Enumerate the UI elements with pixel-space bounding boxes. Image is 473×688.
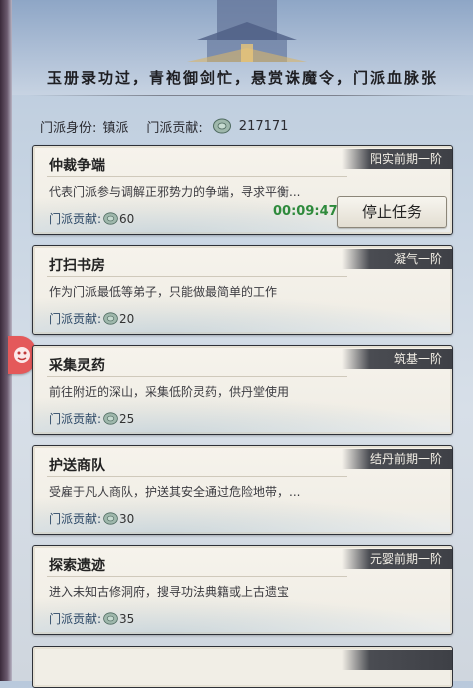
- task-description: 受雇于凡人商队，护送其安全通过危险地带，...: [49, 485, 301, 499]
- page-headline: 玉册录功过，青袍御剑忙，悬赏诛魔令，门派血脉张: [46, 68, 438, 87]
- pavilion-illustration: [187, 0, 307, 62]
- reward-label: 门派贡献:: [49, 312, 102, 326]
- rank-tag: 筑基一阶: [342, 349, 452, 369]
- status-row: 门派身份: 镇派 门派贡献: 217171: [40, 114, 288, 138]
- task-description: 作为门派最低等弟子，只能做最简单的工作: [49, 285, 278, 299]
- task-description: 进入未知古修洞府，搜寻功法典籍或上古遗宝: [49, 585, 290, 599]
- stop-task-button[interactable]: 停止任务: [337, 196, 447, 228]
- rank-tag: 结丹前期一阶: [342, 449, 452, 469]
- jade-coin-icon: [103, 212, 118, 225]
- rank-tag: 凝气一阶: [342, 249, 452, 269]
- reward-value: 30: [119, 512, 135, 526]
- rank-tag: [342, 650, 452, 670]
- identity-value: 镇派: [102, 120, 129, 136]
- task-card[interactable]: 采集灵药 筑基一阶 前往附近的深山，采集低阶灵药，供丹堂使用 门派贡献: 25: [32, 345, 453, 435]
- title-divider: [47, 176, 347, 177]
- reward-label: 门派贡献:: [49, 412, 102, 426]
- task-title: 采集灵药: [49, 358, 105, 374]
- task-title: 仲裁争端: [49, 158, 105, 174]
- reward-value: 25: [119, 412, 135, 426]
- rank-tag: 元婴前期一阶: [342, 549, 452, 569]
- reward-label: 门派贡献:: [49, 512, 102, 526]
- jade-coin-icon: [103, 512, 118, 525]
- task-description: 代表门派参与调解正邪势力的争端，寻求平衡...: [49, 185, 301, 199]
- jade-coin-icon: [103, 312, 118, 325]
- rank-tag: 阳实前期一阶: [342, 149, 452, 169]
- task-reward: 门派贡献: 20: [49, 310, 134, 327]
- task-card: 仲裁争端 阳实前期一阶 代表门派参与调解正邪势力的争端，寻求平衡... 门派贡献…: [32, 145, 453, 235]
- contribution-label: 门派贡献:: [146, 120, 203, 136]
- jade-coin-icon: [103, 412, 118, 425]
- title-divider: [47, 476, 347, 477]
- reward-value: 60: [119, 212, 135, 226]
- title-divider: [47, 376, 347, 377]
- task-card[interactable]: 护送商队 结丹前期一阶 受雇于凡人商队，护送其安全通过危险地带，... 门派贡献…: [32, 445, 453, 535]
- task-title: 护送商队: [49, 458, 105, 474]
- task-timer: 00:09:47: [273, 204, 338, 219]
- task-reward: 门派贡献: 25: [49, 410, 134, 427]
- task-card[interactable]: 探索遗迹 元婴前期一阶 进入未知古修洞府，搜寻功法典籍或上古遗宝 门派贡献: 35: [32, 545, 453, 635]
- reward-value: 35: [119, 612, 135, 626]
- task-reward: 门派贡献: 35: [49, 610, 134, 627]
- task-description: 前往附近的深山，采集低阶灵药，供丹堂使用: [49, 385, 290, 399]
- title-divider: [47, 576, 347, 577]
- task-reward: 门派贡献: 60: [49, 210, 134, 227]
- task-card-partial[interactable]: [32, 646, 453, 688]
- header-divider: [28, 95, 468, 96]
- jade-coin-icon: [212, 118, 231, 134]
- task-reward: 门派贡献: 30: [49, 510, 134, 527]
- task-card[interactable]: 打扫书房 凝气一阶 作为门派最低等弟子，只能做最简单的工作 门派贡献: 20: [32, 245, 453, 335]
- task-title: 打扫书房: [49, 258, 105, 274]
- identity-label: 门派身份:: [40, 120, 97, 136]
- face-icon: [14, 347, 30, 363]
- reward-label: 门派贡献:: [49, 612, 102, 626]
- jade-coin-icon: [103, 612, 118, 625]
- reward-value: 20: [119, 312, 135, 326]
- task-title: 探索遗迹: [49, 558, 105, 574]
- title-divider: [47, 276, 347, 277]
- reward-label: 门派贡献:: [49, 212, 102, 226]
- contribution-value: 217171: [238, 118, 289, 134]
